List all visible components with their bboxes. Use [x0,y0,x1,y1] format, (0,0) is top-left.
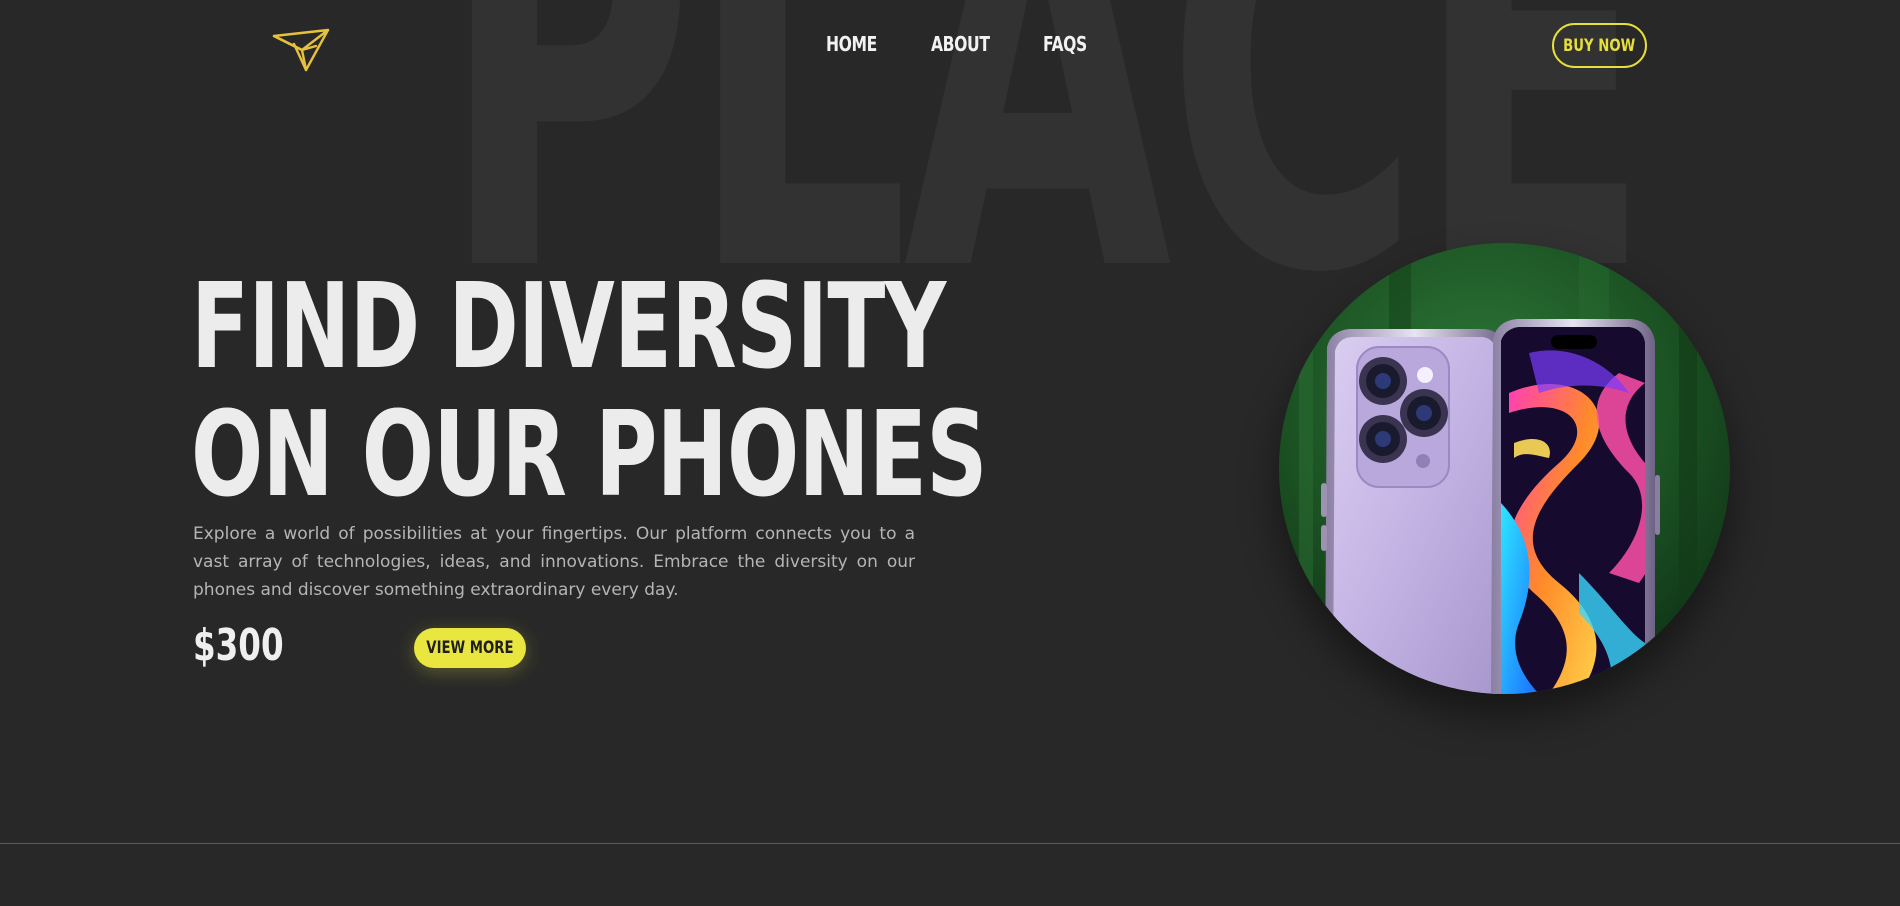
nav-link-home[interactable]: HOME [826,32,877,56]
price-label: $300 [193,620,284,671]
view-more-button[interactable]: VIEW MORE [414,628,526,668]
hero-title: FIND DIVERSITY ON OUR PHONES [191,262,987,518]
purple-smartphone-image [1279,243,1730,694]
smartphone-illustration [1279,243,1730,694]
buy-now-label: BUY NOW [1563,35,1636,56]
origami-bird-logo-icon[interactable] [272,26,332,72]
nav-link-about[interactable]: ABOUT [931,32,990,56]
nav-link-faqs[interactable]: FAQS [1043,32,1087,56]
hero-title-line-1: FIND DIVERSITY [191,257,946,395]
hero-title-line-2: ON OUR PHONES [191,385,987,523]
section-divider [0,843,1900,844]
landing-page: PLACE HOME ABOUT FAQS BUY NOW FIND DIVER… [0,0,1900,906]
logo-svg [272,28,330,72]
hero-description: Explore a world of possibilities at your… [193,524,915,600]
buy-now-button[interactable]: BUY NOW [1552,23,1647,68]
view-more-label: VIEW MORE [426,638,514,658]
